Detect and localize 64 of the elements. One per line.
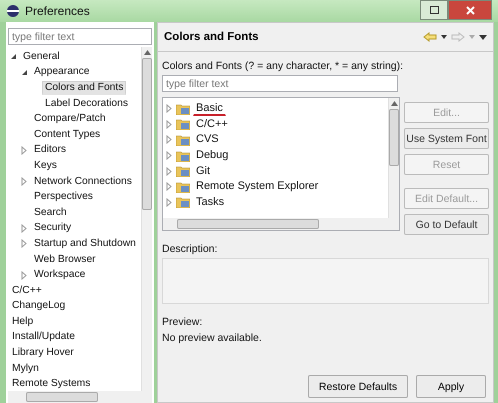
tree-item[interactable]: Network Connections	[31, 174, 135, 189]
tree-item[interactable]: Web Browser	[31, 252, 99, 267]
tree-item[interactable]: Perspectives	[31, 190, 96, 204]
folder-icon	[176, 196, 190, 208]
scrollbar[interactable]	[141, 47, 152, 391]
tree-item[interactable]: Compare/Patch	[31, 112, 109, 126]
tree-item[interactable]: Search	[31, 206, 70, 220]
scrollbar[interactable]	[163, 218, 399, 230]
collapsed-arrow-icon[interactable]	[20, 146, 29, 155]
tree-item[interactable]: Startup and Shutdown	[31, 236, 139, 251]
restore-defaults-button[interactable]: Restore Defaults	[308, 375, 408, 398]
scrollbar[interactable]	[8, 391, 152, 403]
side-button[interactable]: Go to Default	[404, 214, 489, 235]
tree-item[interactable]: Mylyn	[9, 362, 42, 376]
filter-field[interactable]: type filter text	[8, 28, 152, 45]
filter-label: Colors and Fonts (? = any character, * = any string):	[162, 60, 404, 72]
preview-label: Preview:	[162, 316, 204, 328]
tree-item[interactable]: C/C++	[9, 284, 45, 298]
close-button[interactable]	[448, 0, 492, 20]
maximize-icon	[430, 6, 438, 14]
tree-item[interactable]: Remote Systems	[9, 377, 94, 391]
scrollbar[interactable]	[388, 98, 399, 218]
tree-item[interactable]: Keys	[31, 158, 60, 173]
tree-item[interactable]: Colors and Fonts	[42, 80, 126, 95]
collapsed-arrow-icon[interactable]	[20, 177, 29, 186]
dropdown-icon[interactable]	[441, 35, 447, 39]
filter-field[interactable]: type filter text	[162, 75, 398, 92]
scroll-up-icon[interactable]	[390, 101, 398, 106]
maximize-button[interactable]	[420, 0, 448, 20]
folder-icon	[176, 102, 190, 115]
close-icon	[466, 6, 474, 14]
window-title: Preferences	[25, 4, 90, 18]
preview-text: No preview available.	[162, 332, 263, 344]
folder-icon	[176, 150, 190, 162]
folder-icon	[176, 118, 190, 130]
folder-icon	[176, 134, 190, 146]
tree-item[interactable]: ChangeLog	[9, 299, 68, 314]
tree-item[interactable]: Label Decorations	[42, 96, 131, 111]
apply-button[interactable]: Apply	[416, 375, 486, 398]
tree-item[interactable]: Workspace	[31, 268, 88, 282]
category-item[interactable]: Debug	[193, 148, 232, 164]
tree-item[interactable]: Editors	[31, 143, 70, 158]
tree-item[interactable]: Help	[9, 314, 36, 329]
category-item[interactable]: Tasks	[193, 194, 228, 210]
menu-icon[interactable]	[479, 34, 487, 40]
description-label: Description:	[162, 243, 218, 255]
category-item[interactable]: Git	[193, 164, 214, 179]
category-item[interactable]: CVS	[193, 132, 222, 148]
folder-icon	[176, 165, 190, 178]
category-item[interactable]: C/C++	[193, 116, 231, 132]
category-item[interactable]: Basic	[193, 101, 226, 116]
folder-icon	[176, 180, 190, 193]
tree-item[interactable]: Security	[31, 221, 74, 236]
scroll-up-icon[interactable]	[144, 50, 150, 55]
app-icon	[6, 4, 20, 18]
collapsed-arrow-icon[interactable]	[20, 270, 29, 280]
category-item[interactable]: Remote System Explorer	[193, 179, 322, 194]
page-title: Colors and Fonts	[164, 31, 259, 43]
side-button[interactable]: Use System Font	[404, 128, 489, 149]
tree-item[interactable]: Install/Update	[9, 330, 78, 344]
tree-item[interactable]: General	[20, 50, 63, 64]
tree-item[interactable]: Library Hover	[9, 346, 77, 360]
tree-item[interactable]: Appearance	[31, 65, 93, 80]
tree-item[interactable]: Content Types	[31, 128, 104, 142]
